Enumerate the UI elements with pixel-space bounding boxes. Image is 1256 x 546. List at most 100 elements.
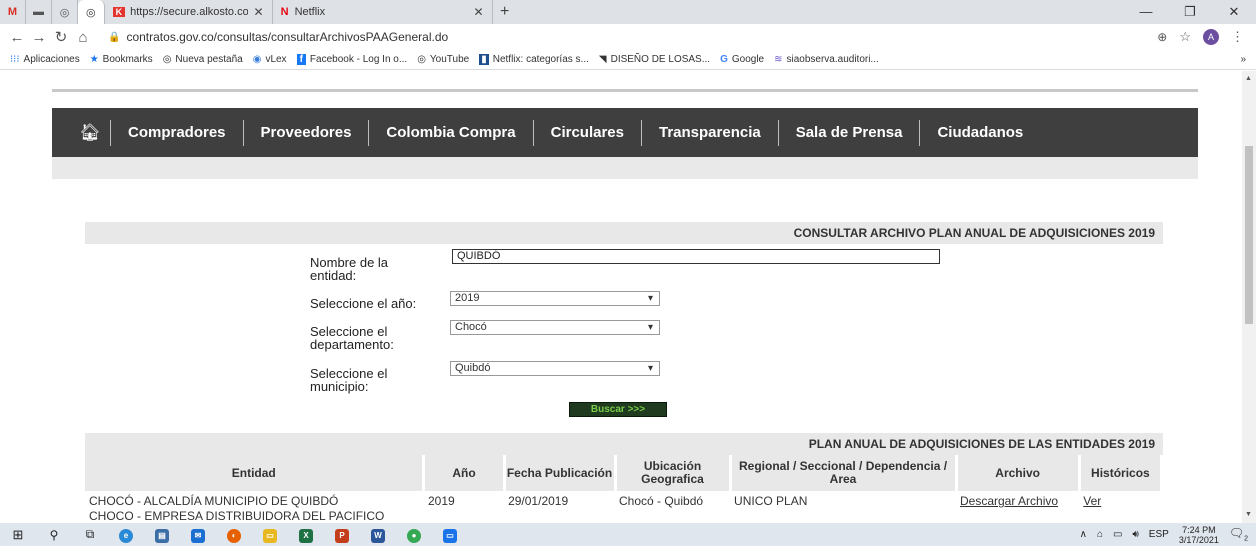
scrollbar-thumb[interactable] xyxy=(1245,146,1253,324)
powerpoint-icon[interactable]: P xyxy=(324,527,360,543)
firefox-icon[interactable]: ◐ xyxy=(216,527,252,543)
clock[interactable]: 7:24 PM 3/17/2021 xyxy=(1179,525,1219,545)
volume-icon[interactable]: 🔊︎ xyxy=(1132,529,1138,540)
address-input[interactable]: 🔒 contratos.gov.co/consultas/consultarAr… xyxy=(108,30,1157,44)
display-icon[interactable]: ▭ xyxy=(1113,529,1122,540)
tray-chevron-up-icon[interactable]: ∧ xyxy=(1080,529,1087,540)
browser-tab-strip: M ▬ ◎ ◎ K https://secure.alkosto.com/pay… xyxy=(0,0,1256,24)
tab-active[interactable]: ◎ xyxy=(78,0,105,24)
year-select[interactable]: 2019 ▾ xyxy=(450,291,660,306)
windows-taskbar: ⊞ ⚲ ⧉ e ▤ ✉ ◐ ▭ X P W ● ▭ ∧ ⌂ ▭ 🔊︎ ESP 7… xyxy=(0,523,1256,546)
home-icon[interactable]: ⌂ xyxy=(72,29,94,46)
bookmark-label: Netflix: categorías s... xyxy=(492,54,589,65)
edge-icon[interactable]: e xyxy=(108,527,144,543)
close-tab-icon[interactable]: ✕ xyxy=(254,5,264,19)
bookmark-vlex[interactable]: ◉ vLex xyxy=(253,54,287,65)
home-icon[interactable]: 🏠︎ xyxy=(70,123,110,143)
year-label: Seleccione el año: xyxy=(310,296,417,311)
scroll-down-icon[interactable]: ▼ xyxy=(1245,511,1252,518)
entity-name-input[interactable]: QUIBDÓ xyxy=(452,249,940,264)
back-icon[interactable]: ← xyxy=(6,29,28,46)
app-icon[interactable]: ▭ xyxy=(432,527,468,543)
bookmark-bookmarks[interactable]: ★ Bookmarks xyxy=(90,54,153,65)
cell-ubicacion xyxy=(615,511,730,523)
nav-transparencia[interactable]: Transparencia xyxy=(659,124,761,141)
nav-separator xyxy=(110,119,111,146)
main-nav: 🏠︎ Compradores Proveedores Colombia Comp… xyxy=(52,108,1198,157)
reload-icon[interactable]: ↻ xyxy=(50,28,72,46)
language-indicator[interactable]: ESP xyxy=(1149,529,1169,540)
mail-icon[interactable]: ✉ xyxy=(180,527,216,543)
minimize-icon[interactable]: — xyxy=(1124,4,1168,20)
nav-circulares[interactable]: Circulares xyxy=(551,124,624,141)
search-icon[interactable]: ⚲ xyxy=(36,528,72,542)
globe-icon[interactable]: ◎ xyxy=(52,0,78,24)
menu-icon[interactable]: ⋮ xyxy=(1231,29,1244,45)
col-regional: Regional / Seccional / Dependencia / Are… xyxy=(730,455,958,491)
department-label: Seleccione el departamento: xyxy=(310,324,394,352)
table-header-row: Entidad Año Fecha Publicación Ubicación … xyxy=(85,455,1164,491)
nav-proveedores[interactable]: Proveedores xyxy=(261,124,352,141)
restore-icon[interactable]: ❐ xyxy=(1168,4,1212,20)
search-button[interactable]: Buscar >>> xyxy=(569,402,667,417)
chrome-icon[interactable]: ● xyxy=(396,527,432,543)
bookmark-youtube[interactable]: ◎ YouTube xyxy=(417,54,469,65)
clock-time: 7:24 PM xyxy=(1182,524,1216,535)
task-view-icon[interactable]: ⧉ xyxy=(72,527,108,542)
close-window-icon[interactable]: ✕ xyxy=(1212,4,1256,20)
nav-ciudadanos[interactable]: Ciudadanos xyxy=(937,124,1023,141)
nav-separator xyxy=(640,119,642,146)
bookmark-nueva-pestana[interactable]: ◎ Nueva pestaña xyxy=(163,54,243,65)
excel-icon[interactable]: X xyxy=(288,527,324,543)
start-icon[interactable]: ⊞ xyxy=(0,527,36,543)
view-history-link[interactable]: Ver xyxy=(1083,494,1101,508)
municipality-select[interactable]: Quibdó ▾ xyxy=(450,361,660,376)
bookmark-netflix[interactable]: ▮ Netflix: categorías s... xyxy=(479,54,589,65)
nav-sala-de-prensa[interactable]: Sala de Prensa xyxy=(796,124,903,141)
gmail-icon[interactable]: M xyxy=(0,0,26,24)
page-viewport: 🏠︎ Compradores Proveedores Colombia Comp… xyxy=(0,71,1242,523)
col-anio: Año xyxy=(423,455,506,491)
clock-date: 3/17/2021 xyxy=(1178,534,1219,545)
nav-separator xyxy=(532,119,534,146)
cell-entidad: CHOCÓ - ALCALDÍA MUNICIPIO DE QUIBDÓ xyxy=(89,494,339,508)
tab-label: https://secure.alkosto.com/payu/ xyxy=(130,6,248,18)
bookmark-google[interactable]: G Google xyxy=(720,54,764,65)
bookmark-siaobserva[interactable]: ≋ siaobserva.auditori... xyxy=(774,54,879,65)
avatar[interactable]: A xyxy=(1203,29,1219,45)
close-tab-icon[interactable]: ✕ xyxy=(474,5,484,19)
department-select[interactable]: Chocó ▾ xyxy=(450,320,660,335)
col-ubicacion: Ubicación Geografica xyxy=(615,455,732,491)
word-icon[interactable]: W xyxy=(360,527,396,543)
bookmarks-more-button[interactable]: » xyxy=(1240,54,1246,65)
google-icon: G xyxy=(720,54,728,65)
scroll-up-icon[interactable]: ▲ xyxy=(1245,75,1252,82)
col-historicos: Históricos xyxy=(1079,455,1164,491)
nav-compradores[interactable]: Compradores xyxy=(128,124,226,141)
site-tab-icon[interactable]: ▬ xyxy=(26,0,52,24)
system-tray: ∧ ⌂ ▭ 🔊︎ ESP 7:24 PM 3/17/2021 🗨︎2 xyxy=(1080,525,1248,545)
bookmark-label: DISEÑO DE LOSAS... xyxy=(610,54,711,65)
nav-colombia-compra[interactable]: Colombia Compra xyxy=(386,124,515,141)
tab-netflix[interactable]: N Netflix ✕ xyxy=(273,0,493,24)
page-scrollbar[interactable]: ▲ ▼ xyxy=(1242,71,1256,523)
nav-separator xyxy=(368,119,370,146)
tab-alkosto[interactable]: K https://secure.alkosto.com/payu/ ✕ xyxy=(105,0,273,24)
explorer-icon[interactable]: ▭ xyxy=(252,527,288,543)
top-divider xyxy=(52,89,1198,92)
new-tab-button[interactable]: + xyxy=(493,3,517,21)
bookmark-label: Facebook - Log In o... xyxy=(309,54,408,65)
notifications-icon[interactable]: 🗨︎2 xyxy=(1229,526,1248,542)
bookmark-facebook[interactable]: f Facebook - Log In o... xyxy=(296,54,408,65)
star-icon[interactable]: ☆ xyxy=(1179,29,1191,45)
bookmark-disenio-losas[interactable]: ◥ DISEÑO DE LOSAS... xyxy=(599,54,710,65)
nav-separator xyxy=(242,119,244,146)
bookmark-apps[interactable]: ⁝⁝⁝ Aplicaciones xyxy=(10,54,80,65)
zoom-icon[interactable]: ⊕ xyxy=(1157,30,1167,44)
vlex-icon: ◉ xyxy=(252,54,262,65)
network-icon[interactable]: ⌂ xyxy=(1097,529,1103,540)
bookmark-label: Aplicaciones xyxy=(23,54,80,65)
store-icon[interactable]: ▤ xyxy=(144,527,180,543)
download-file-link[interactable]: Descargar Archivo xyxy=(960,494,1058,508)
forward-icon[interactable]: → xyxy=(28,29,50,46)
